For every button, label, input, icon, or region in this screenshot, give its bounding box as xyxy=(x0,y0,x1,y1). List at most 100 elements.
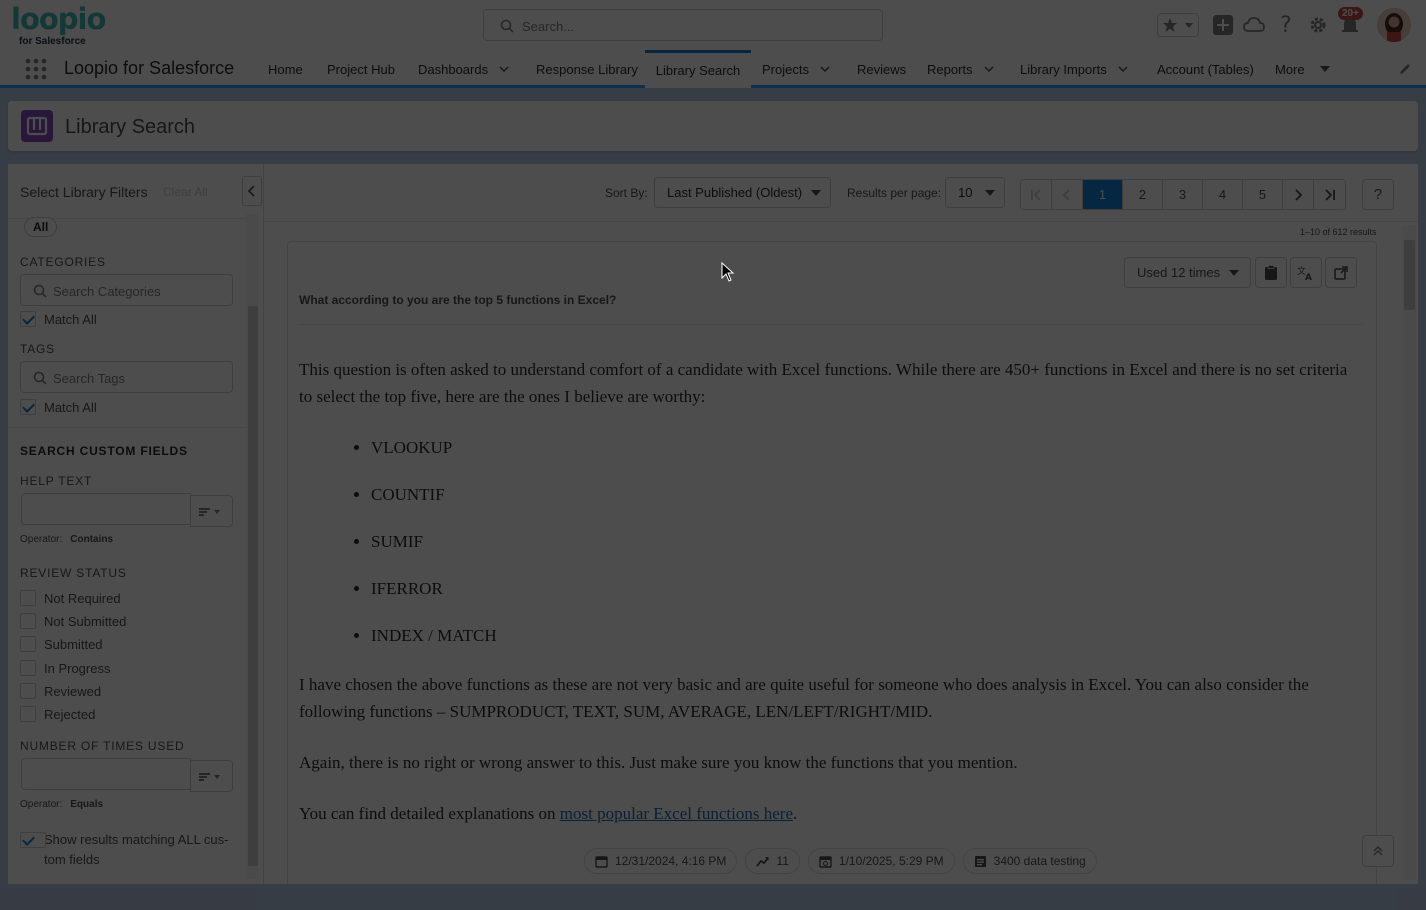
answer-paragraph: This question is often asked to understa… xyxy=(299,360,1348,406)
status-reviewed[interactable]: Reviewed xyxy=(20,682,101,700)
favorites-button[interactable] xyxy=(1157,13,1199,37)
checkbox-label: Show results matching ALL cus-tom fields xyxy=(44,832,229,867)
checkbox-label: Reviewed xyxy=(44,683,102,699)
help-text-input[interactable] xyxy=(21,493,191,525)
checkbox[interactable] xyxy=(20,590,36,606)
help-button[interactable]: ? xyxy=(1362,179,1394,210)
status-not-required[interactable]: Not Required xyxy=(20,589,121,607)
chevron-down-icon[interactable] xyxy=(819,63,831,75)
clear-all-button[interactable]: Clear All xyxy=(163,185,208,199)
collapse-sidebar-button[interactable] xyxy=(242,176,262,206)
app-launcher-icon[interactable] xyxy=(24,57,48,81)
times-used-input[interactable] xyxy=(21,758,191,790)
status-in-progress[interactable]: In Progress xyxy=(20,659,110,677)
tags-match-all[interactable]: Match All xyxy=(20,398,97,416)
chevron-down-icon[interactable] xyxy=(1117,63,1129,75)
categories-match-all[interactable]: Match All xyxy=(20,310,97,328)
all-filter-pill[interactable]: All xyxy=(24,217,58,237)
checkbox[interactable] xyxy=(20,832,46,848)
first-page-button[interactable] xyxy=(1021,180,1052,209)
first-page-icon xyxy=(1031,188,1041,201)
help-text-operator-button[interactable] xyxy=(190,495,233,527)
help-button[interactable]: ? xyxy=(1273,12,1299,38)
chevron-right-icon xyxy=(1295,188,1303,201)
page-button-5[interactable]: 5 xyxy=(1243,180,1283,209)
checkbox[interactable] xyxy=(20,660,36,676)
chevron-down-icon[interactable] xyxy=(498,63,510,75)
sidebar-scroll-thumb[interactable] xyxy=(248,306,258,866)
times-used-label: NUMBER OF TIMES USED xyxy=(20,739,185,753)
results-scrollbar[interactable] xyxy=(1403,225,1416,880)
checkbox-label: Rejected xyxy=(44,706,96,722)
previous-page-button[interactable] xyxy=(1052,180,1083,209)
results-per-page-value: 10 xyxy=(958,185,973,200)
loopio-logo[interactable]: loopio for Salesforce xyxy=(11,2,111,48)
add-icon xyxy=(1213,15,1233,35)
page-header: Library Search xyxy=(8,101,1418,151)
checkbox[interactable] xyxy=(20,683,36,699)
back-to-top-button[interactable] xyxy=(1362,835,1394,867)
nav-item-projects[interactable]: Projects xyxy=(762,50,831,88)
external-link-icon xyxy=(1334,265,1348,280)
results-toolbar: Sort By: Last Published (Oldest) Results… xyxy=(264,164,1418,222)
status-rejected[interactable]: Rejected xyxy=(20,705,95,723)
page-button-3[interactable]: 3 xyxy=(1163,180,1203,209)
page-button-2[interactable]: 2 xyxy=(1123,180,1163,209)
nav-item-reports[interactable]: Reports xyxy=(927,50,995,88)
nav-item-library-search[interactable]: Library Search xyxy=(645,50,751,88)
translate-button[interactable]: 文A xyxy=(1290,257,1322,288)
sort-by-select[interactable]: Last Published (Oldest) xyxy=(654,177,831,208)
results-scroll-thumb[interactable] xyxy=(1404,240,1415,310)
used-times-label: Used 12 times xyxy=(1137,265,1221,280)
page-button-4[interactable]: 4 xyxy=(1203,180,1243,209)
global-search-input[interactable] xyxy=(522,16,872,36)
page-button-1[interactable]: 1 xyxy=(1083,180,1123,209)
avatar[interactable] xyxy=(1377,8,1411,42)
chevron-down-icon[interactable] xyxy=(983,63,995,75)
results-per-page-select[interactable]: 10 xyxy=(945,177,1005,208)
show-all-custom-fields[interactable]: Show results matching ALL cus-tom fields xyxy=(20,830,238,870)
checkbox[interactable] xyxy=(20,613,36,629)
checkbox[interactable] xyxy=(20,399,36,415)
times-used-operator: Operator: Equals xyxy=(20,799,103,810)
nav-label: More xyxy=(1275,61,1305,77)
used-times-dropdown[interactable]: Used 12 times xyxy=(1124,257,1251,288)
nav-item-dashboards[interactable]: Dashboards xyxy=(418,50,510,88)
checkbox[interactable] xyxy=(20,706,36,722)
status-not-submitted[interactable]: Not Submitted xyxy=(20,612,126,630)
last-page-icon xyxy=(1324,188,1335,201)
tags-search[interactable] xyxy=(20,361,233,393)
checkbox[interactable] xyxy=(20,311,36,327)
divider xyxy=(8,427,246,428)
nav-label: Project Hub xyxy=(327,61,395,77)
nav-item-response-library[interactable]: Response Library xyxy=(536,50,638,88)
nav-item-home[interactable]: Home xyxy=(268,50,303,88)
excel-functions-link[interactable]: most popular Excel functions here xyxy=(560,804,793,823)
open-in-new-button[interactable] xyxy=(1325,257,1357,288)
global-search[interactable] xyxy=(483,9,883,41)
categories-search[interactable] xyxy=(20,274,233,306)
project-chip: 3400 data testing xyxy=(962,848,1097,874)
translate-icon: 文A xyxy=(1297,265,1312,281)
times-used-operator-button[interactable] xyxy=(190,760,233,792)
checkbox[interactable] xyxy=(20,636,36,652)
operator-value: Contains xyxy=(70,534,114,545)
updated-date-chip: 1/10/2025, 5:29 PM xyxy=(807,848,955,874)
nav-item-more[interactable]: More xyxy=(1275,50,1331,88)
tags-search-input[interactable] xyxy=(53,369,223,387)
status-submitted[interactable]: Submitted xyxy=(20,635,103,653)
nav-item-account-tables[interactable]: Account (Tables) xyxy=(1157,50,1254,88)
pencil-icon[interactable] xyxy=(1398,62,1412,76)
copy-button[interactable] xyxy=(1255,257,1287,288)
next-page-button[interactable] xyxy=(1283,180,1314,209)
last-page-button[interactable] xyxy=(1314,180,1345,209)
global-actions-button[interactable] xyxy=(1210,12,1236,38)
checkbox-label: Not Submitted xyxy=(44,613,127,629)
trend-value: 11 xyxy=(776,854,789,868)
trailhead-button[interactable] xyxy=(1241,12,1267,38)
setup-button[interactable] xyxy=(1305,12,1331,38)
nav-item-library-imports[interactable]: Library Imports xyxy=(1020,50,1129,88)
categories-search-input[interactable] xyxy=(53,282,223,300)
nav-item-project-hub[interactable]: Project Hub xyxy=(327,50,395,88)
nav-item-reviews[interactable]: Reviews xyxy=(857,50,906,88)
